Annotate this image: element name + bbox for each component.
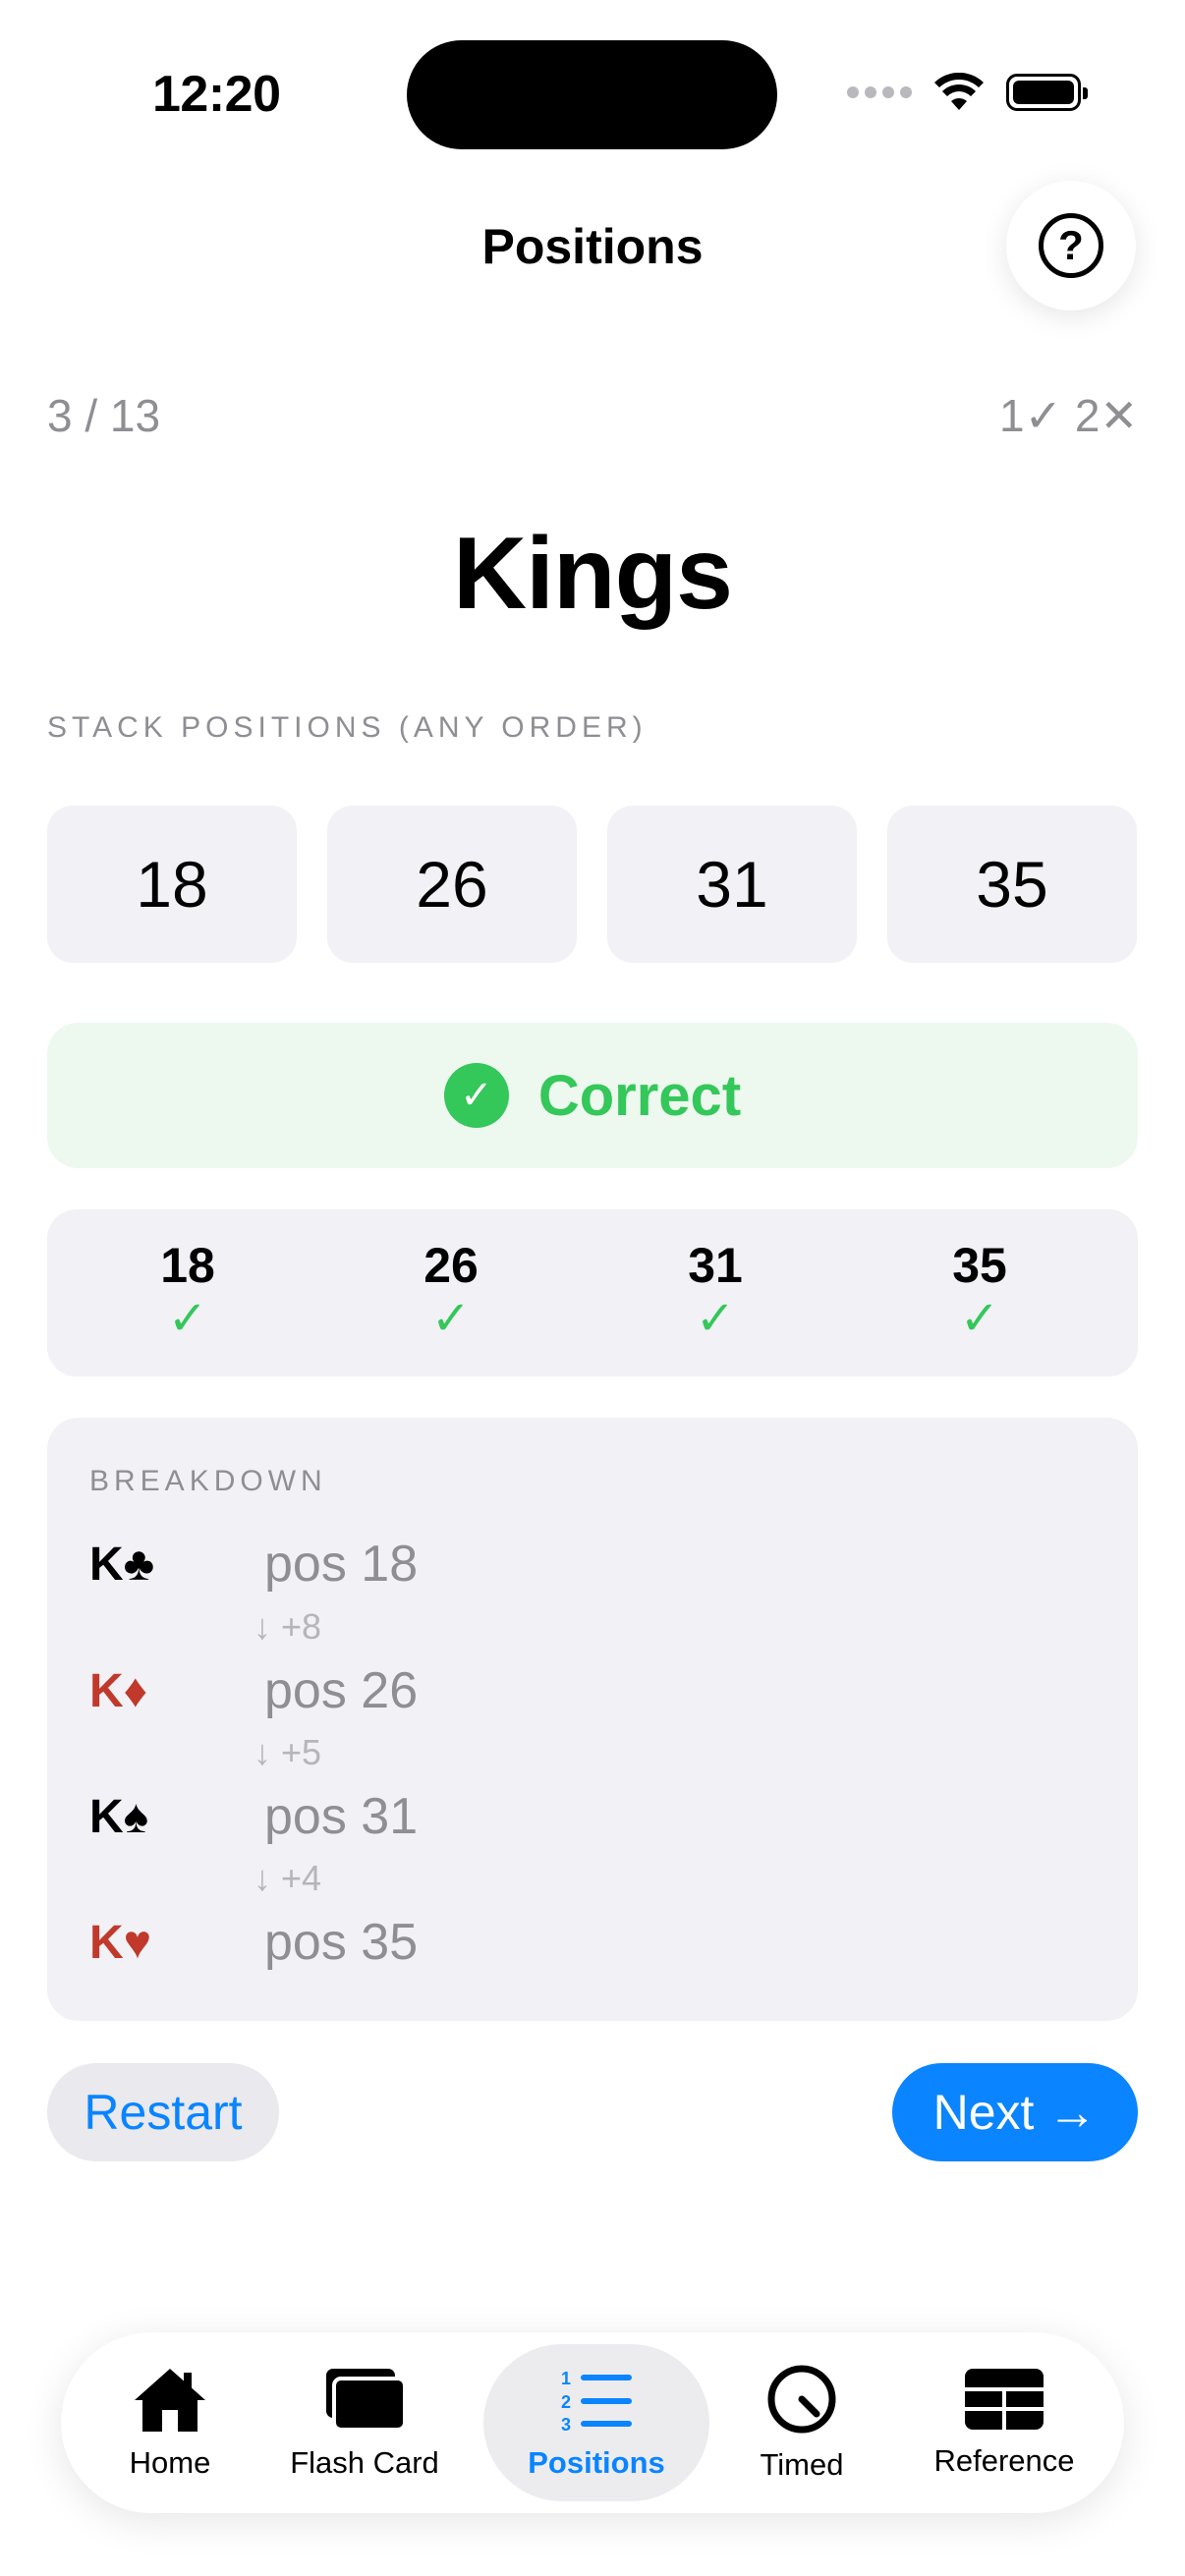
result-item: 31 ✓ [637, 1237, 794, 1343]
result-item: 26 ✓ [372, 1237, 530, 1343]
result-value: 18 [160, 1238, 215, 1293]
tab-positions[interactable]: 1 2 3 Positions [483, 2344, 709, 2501]
correct-banner: ✓ Correct [47, 1023, 1138, 1168]
card-position: pos 35 [264, 1914, 419, 1971]
breakdown-row: K♦ pos 26 [89, 1661, 418, 1720]
position-input[interactable]: 18 [47, 806, 297, 963]
breakdown-panel: BREAKDOWN K♣ pos 18 ↓ +8 K♦ pos 26 ↓ +5 … [47, 1418, 1138, 2021]
tab-flash-card[interactable]: Flash Card [279, 2332, 450, 2513]
result-item: 18 ✓ [109, 1237, 266, 1343]
breakdown-row: K♣ pos 18 [89, 1535, 418, 1594]
checkmark-icon: ✓ [430, 1293, 472, 1345]
card-name: K♦ [89, 1664, 148, 1717]
status-time: 12:20 [152, 66, 281, 123]
progress-counter: 3 / 13 [47, 390, 161, 441]
card-position: pos 18 [264, 1536, 419, 1593]
wifi-icon [934, 73, 984, 110]
restart-button[interactable]: Restart [47, 2063, 279, 2161]
card-title: Kings [453, 517, 733, 631]
timer-icon [767, 2365, 836, 2434]
cellular-signal-icon [847, 86, 912, 98]
breakdown-label: BREAKDOWN [89, 1465, 327, 1497]
result-item: 35 ✓ [901, 1237, 1058, 1343]
checkmark-icon: ✓ [959, 1293, 1000, 1345]
feedback-text: Correct [537, 1063, 742, 1128]
card-position: pos 31 [264, 1788, 419, 1845]
score-tally: 1✓ 2✕ [998, 390, 1138, 441]
breakdown-row: K♠ pos 31 [89, 1787, 418, 1846]
tab-bar: Home Flash Card 1 2 3 Positions Timed Re… [61, 2332, 1124, 2513]
position-input[interactable]: 35 [887, 806, 1137, 963]
table-icon [965, 2369, 1044, 2430]
card-position: pos 26 [264, 1662, 419, 1719]
breakdown-row: K♥ pos 35 [89, 1913, 418, 1972]
tab-home[interactable]: Home [61, 2332, 279, 2513]
next-button[interactable]: Next → [892, 2063, 1138, 2161]
svg-text:2: 2 [561, 2392, 571, 2412]
position-diff: ↓ +8 [254, 1606, 322, 1647]
battery-icon [1006, 74, 1088, 111]
position-diff: ↓ +5 [254, 1732, 322, 1772]
house-icon [135, 2369, 205, 2432]
tab-label: Flash Card [290, 2445, 439, 2480]
numbered-list-icon: 1 2 3 [561, 2369, 632, 2434]
status-icons [847, 73, 1088, 112]
dynamic-island [407, 40, 777, 149]
stack-position-boxes: 18 26 31 35 [47, 806, 1137, 963]
card-name: K♠ [89, 1790, 149, 1843]
question-mark-icon: ? [1039, 213, 1103, 278]
help-button[interactable]: ? [1006, 181, 1136, 310]
checkmark-icon: ✓ [695, 1293, 736, 1345]
tab-label: Positions [528, 2445, 665, 2480]
stack-positions-label: STACK POSITIONS (ANY ORDER) [47, 711, 648, 744]
result-row: 18 ✓ 26 ✓ 31 ✓ 35 ✓ [47, 1209, 1138, 1376]
cards-icon [326, 2369, 407, 2432]
tab-reference[interactable]: Reference [886, 2332, 1122, 2513]
position-input[interactable]: 26 [327, 806, 577, 963]
svg-text:3: 3 [561, 2415, 571, 2434]
tab-label: Reference [933, 2443, 1075, 2478]
svg-text:1: 1 [561, 2369, 571, 2388]
tab-label: Home [129, 2445, 211, 2480]
position-input[interactable]: 31 [607, 806, 857, 963]
result-value: 31 [688, 1238, 743, 1293]
card-name: K♣ [89, 1538, 155, 1591]
checkmark-circle-icon: ✓ [443, 1063, 509, 1128]
checkmark-icon: ✓ [167, 1293, 208, 1345]
tab-label: Timed [760, 2447, 844, 2482]
result-value: 26 [423, 1238, 479, 1293]
tab-timed[interactable]: Timed [717, 2332, 886, 2513]
position-diff: ↓ +4 [254, 1858, 322, 1898]
result-value: 35 [952, 1238, 1007, 1293]
card-name: K♥ [89, 1916, 152, 1969]
